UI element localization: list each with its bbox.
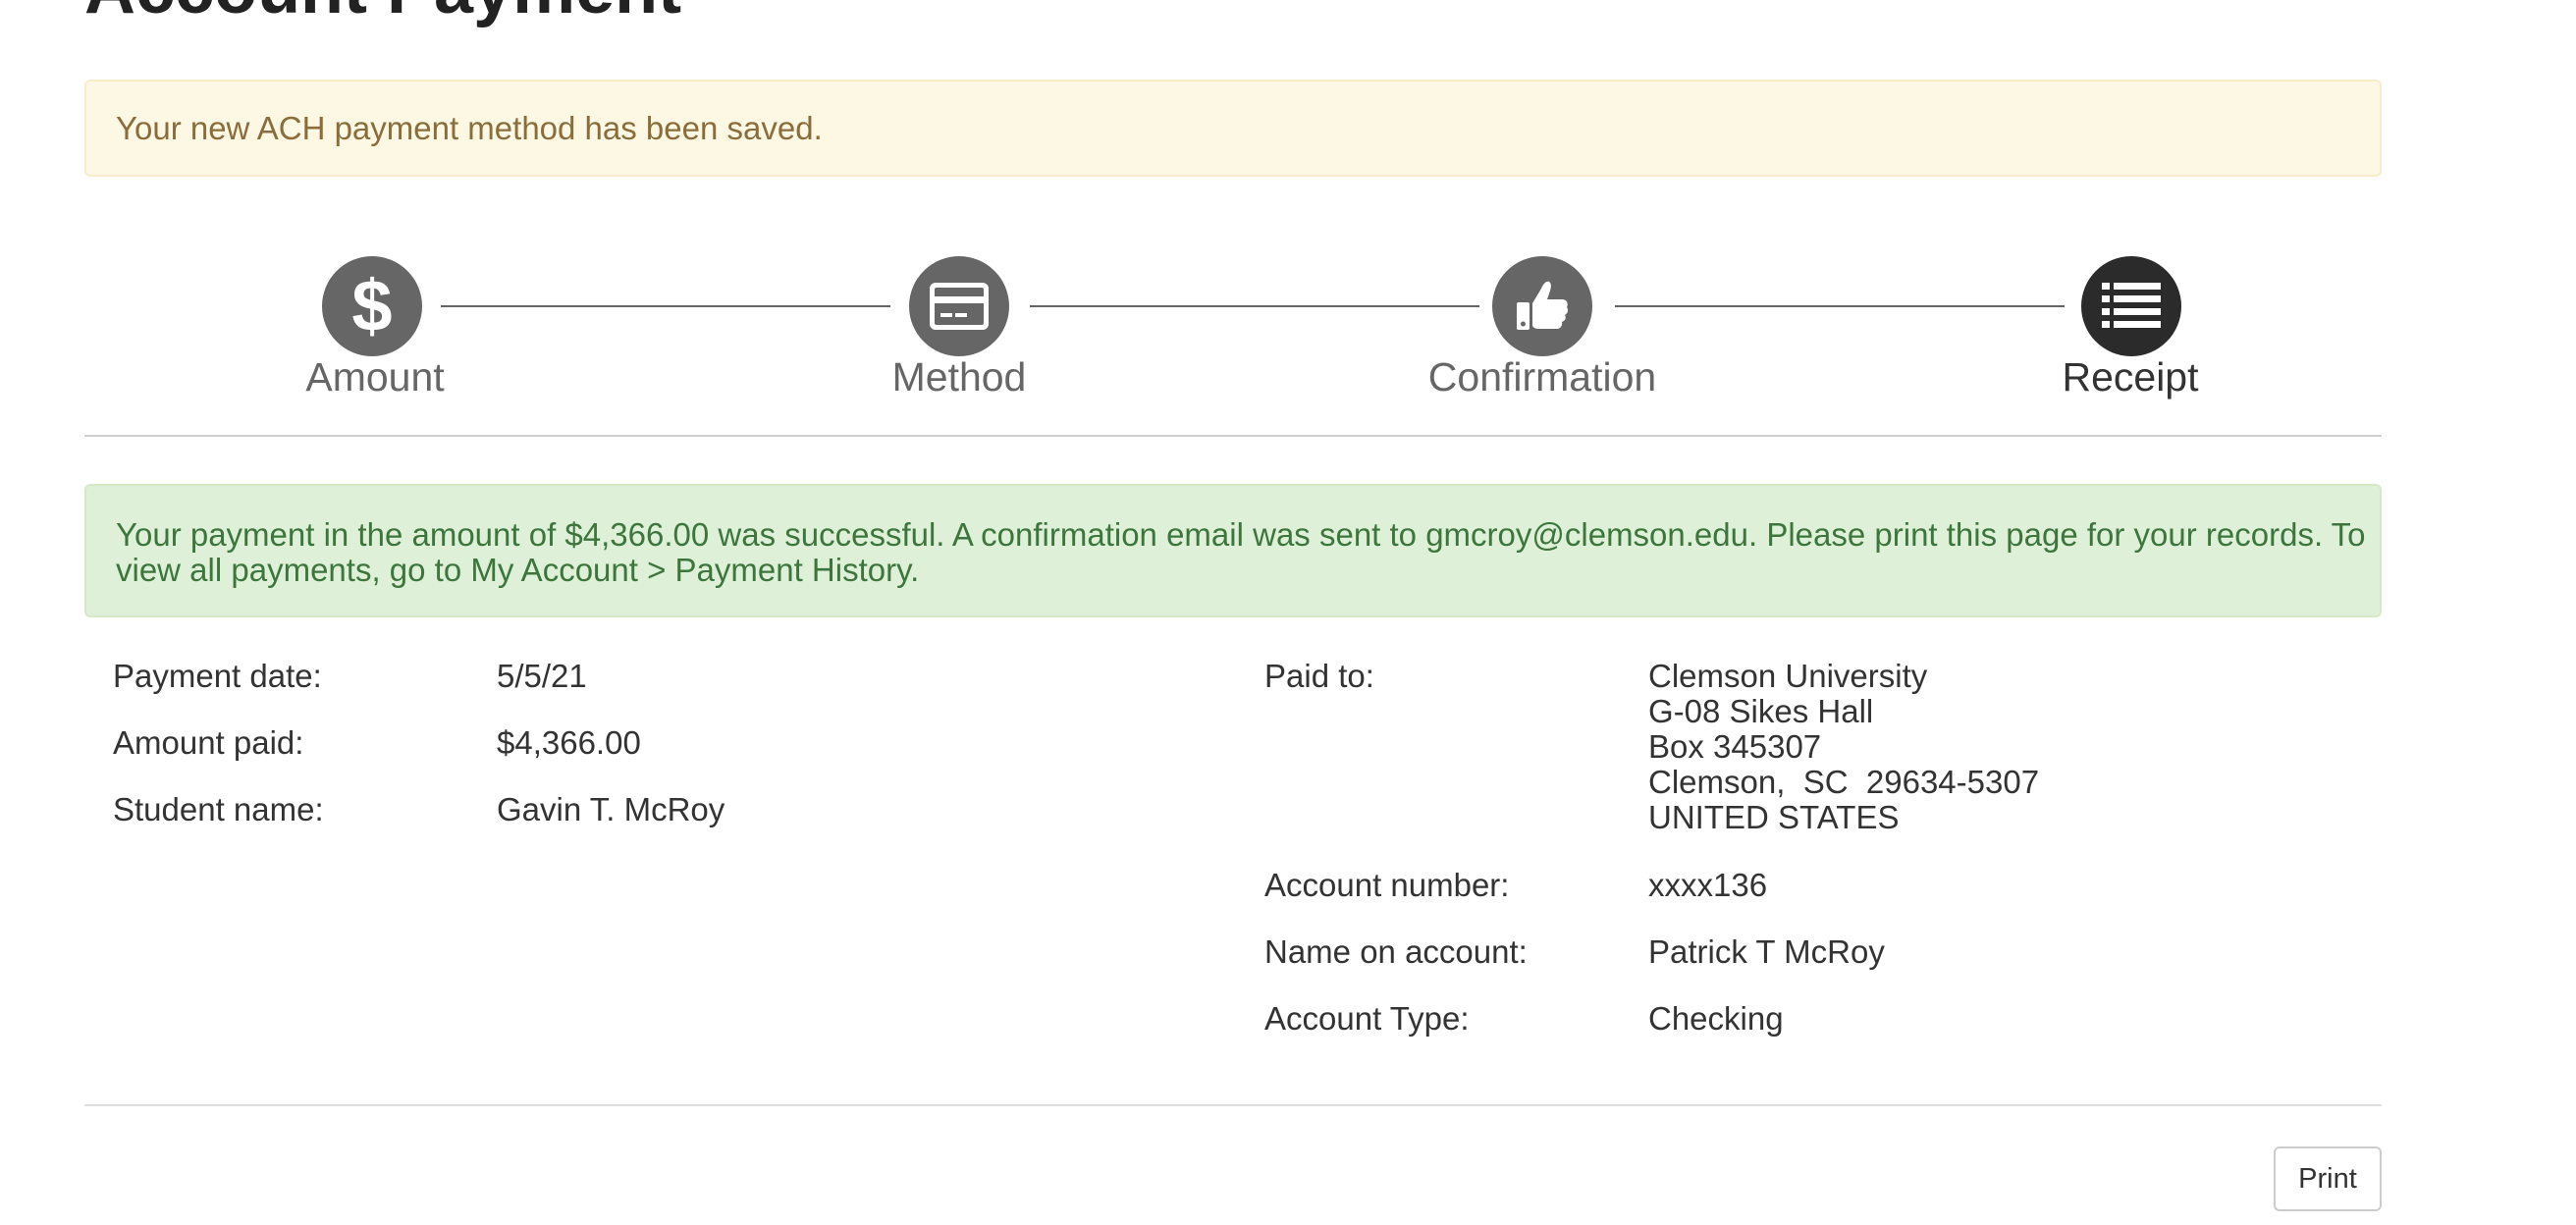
svg-text:$: $ [351,272,392,341]
name-on-account-value: Patrick T McRoy [1648,933,1885,970]
payment-date-value: 5/5/21 [497,658,587,694]
step-confirmation-label: Confirmation [1427,354,1657,399]
dollar-icon: $ [351,272,392,341]
paid-to-address-line1: Clemson University [1648,658,1928,694]
step-amount-circle: $ [322,256,422,356]
thumbs-up-icon [1517,281,1569,330]
payment-date-label: Payment date: [113,658,322,694]
account-number-label: Account number: [1264,867,1510,903]
step-method-label: Method [891,354,1027,399]
step-amount-label: Amount [305,354,445,399]
account-number-value: xxxx136 [1648,867,1768,903]
success-message-line1: Your payment in the amount of $4,366.00 … [116,516,2366,553]
step-receipt-label: Receipt [2062,354,2199,399]
divider [84,435,2382,437]
paid-to-address-line2: G-08 Sikes Hall [1648,693,1874,729]
account-type-label: Account Type: [1264,1000,1470,1037]
paid-to-label: Paid to: [1264,658,1374,694]
amount-paid-label: Amount paid: [113,724,304,761]
student-name-value: Gavin T. McRoy [497,791,725,827]
success-message-line2: view all payments, go to My Account > Pa… [116,552,920,588]
step-method-circle [909,256,1009,356]
student-name-label: Student name: [113,791,324,827]
payment-success-alert: Your payment in the amount of $4,366.00 … [84,484,2382,617]
paid-to-address-line4: Clemson, SC 29634-5307 [1648,764,2040,800]
page-title: Account Payment [84,0,681,29]
saved-method-message: Your new ACH payment method has been sav… [116,109,823,146]
step-confirmation-circle [1492,256,1592,356]
step-connector [441,305,890,307]
list-icon [2102,283,2161,328]
account-payment-page: Account Payment Your new ACH payment met… [0,0,2576,1225]
print-button[interactable]: Print [2274,1146,2382,1211]
step-connector [1030,305,1479,307]
paid-to-address-line3: Box 345307 [1648,728,1822,765]
paid-to-address-line5: UNITED STATES [1648,799,1900,835]
saved-method-alert: Your new ACH payment method has been sav… [84,80,2382,177]
credit-card-icon [930,283,989,330]
step-receipt-circle [2081,256,2181,356]
amount-paid-value: $4,366.00 [497,724,641,761]
name-on-account-label: Name on account: [1264,933,1528,970]
step-connector [1615,305,2065,307]
account-type-value: Checking [1648,1000,1784,1037]
divider [84,1104,2382,1106]
